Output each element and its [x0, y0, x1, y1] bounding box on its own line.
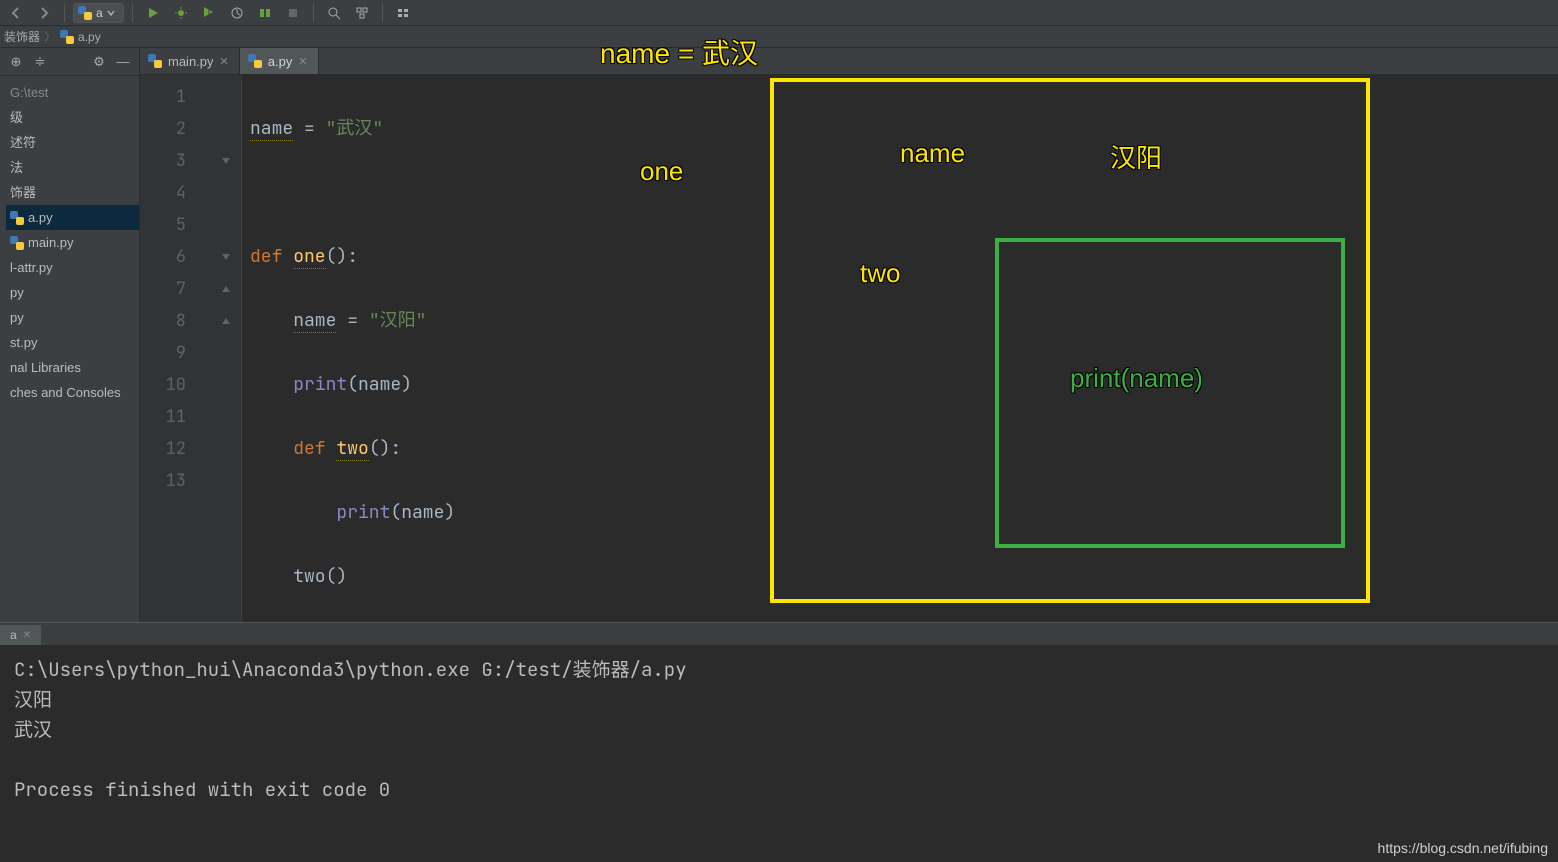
fold-icon[interactable] — [210, 241, 241, 273]
separator — [132, 4, 133, 22]
code-string: "武汉" — [326, 117, 384, 140]
tree-label: a.py — [28, 205, 53, 230]
python-icon — [248, 54, 262, 68]
hide-icon[interactable]: — — [115, 54, 131, 70]
tree-item[interactable]: 饰器 — [6, 180, 139, 205]
code-token: (name) — [347, 373, 412, 396]
console-line: Process finished with exit code 0 — [14, 777, 390, 802]
editor-tabs: main.py ✕ a.py ✕ — [140, 48, 1558, 75]
more-button[interactable] — [391, 3, 415, 23]
gear-icon[interactable]: ⚙ — [91, 54, 107, 70]
run-console: a✕ C:\Users\python_hui\Anaconda3\python.… — [0, 622, 1558, 862]
project-toolbar: ⊕ ≑ ⚙ — — [0, 48, 139, 76]
tab-a[interactable]: a.py ✕ — [240, 48, 319, 74]
watermark: https://blog.csdn.net/ifubing — [1378, 840, 1548, 856]
search-button[interactable] — [322, 3, 346, 23]
debug-button[interactable] — [169, 3, 193, 23]
tree-item[interactable]: ches and Consoles — [6, 380, 139, 405]
run-button[interactable] — [141, 3, 165, 23]
tree-item[interactable]: py — [6, 280, 139, 305]
breadcrumb-folder[interactable]: 装饰器 — [4, 28, 40, 45]
tree-item[interactable]: l-attr.py — [6, 255, 139, 280]
tree-item[interactable]: 述符 — [6, 130, 139, 155]
close-icon[interactable]: ✕ — [220, 55, 229, 68]
tab-label: a.py — [268, 54, 293, 69]
separator — [64, 4, 65, 22]
fold-end-icon — [210, 273, 241, 305]
code-keyword: def — [293, 437, 336, 460]
tree-label: main.py — [28, 230, 74, 255]
project-tree[interactable]: G:\test 级 述符 法 饰器 a.py main.py l-attr.py… — [0, 76, 139, 405]
code-function: two — [336, 437, 368, 461]
console-line: 汉阳 — [14, 687, 52, 712]
code-builtin: print — [293, 373, 347, 396]
back-button[interactable] — [4, 3, 28, 23]
forward-button[interactable] — [32, 3, 56, 23]
code-builtin: print — [336, 501, 390, 524]
console-tabs: a✕ — [0, 623, 1558, 645]
separator — [382, 4, 383, 22]
console-line: C:\Users\python_hui\Anaconda3\python.exe… — [14, 657, 687, 682]
tree-item[interactable]: nal Libraries — [6, 355, 139, 380]
separator — [313, 4, 314, 22]
run-config-label: a — [96, 6, 103, 20]
code-token: = — [293, 117, 325, 140]
code-token: = — [336, 309, 368, 332]
tree-item[interactable]: main.py — [6, 230, 139, 255]
tree-item[interactable]: 法 — [6, 155, 139, 180]
console-tab[interactable]: a✕ — [0, 625, 41, 645]
tree-item[interactable]: 级 — [6, 105, 139, 130]
code-token: name — [250, 117, 293, 141]
fold-end-icon — [210, 305, 241, 337]
python-icon — [10, 211, 24, 225]
code-token: two() — [293, 565, 347, 588]
code-string: "汉阳" — [369, 309, 427, 332]
coverage-button[interactable] — [197, 3, 221, 23]
chevron-down-icon — [107, 9, 115, 17]
code-keyword: def — [250, 245, 293, 268]
code-token: name — [293, 309, 336, 333]
console-line: 武汉 — [14, 717, 52, 742]
python-icon — [148, 54, 162, 68]
concurrent-button[interactable] — [253, 3, 277, 23]
tree-item[interactable]: st.py — [6, 330, 139, 355]
tab-main[interactable]: main.py ✕ — [140, 48, 240, 74]
console-output[interactable]: C:\Users\python_hui\Anaconda3\python.exe… — [0, 645, 1558, 815]
stop-button[interactable] — [281, 3, 305, 23]
python-icon — [78, 6, 92, 20]
code-token: (): — [369, 437, 401, 460]
tab-label: main.py — [168, 54, 214, 69]
tree-item[interactable]: py — [6, 305, 139, 330]
code-function: one — [293, 245, 325, 269]
collapse-icon[interactable]: ≑ — [32, 54, 48, 70]
breadcrumb-file[interactable]: a.py — [78, 30, 101, 44]
breadcrumb: 装饰器 〉 a.py — [0, 26, 1558, 48]
python-icon — [10, 236, 24, 250]
code-token: (name) — [390, 501, 455, 524]
close-icon[interactable]: ✕ — [23, 630, 31, 641]
fold-icon[interactable] — [210, 145, 241, 177]
project-root[interactable]: G:\test — [6, 80, 139, 105]
breadcrumb-sep: 〉 — [44, 28, 56, 45]
python-icon — [60, 30, 74, 44]
code-token: (): — [326, 245, 358, 268]
select-opened-icon[interactable]: ⊕ — [8, 54, 24, 70]
main-toolbar: a — [0, 0, 1558, 26]
profile-button[interactable] — [225, 3, 249, 23]
close-icon[interactable]: ✕ — [298, 55, 307, 68]
run-config-selector[interactable]: a — [73, 3, 124, 23]
structure-button[interactable] — [350, 3, 374, 23]
console-tab-label: a — [10, 628, 17, 642]
tree-item-selected[interactable]: a.py — [6, 205, 139, 230]
